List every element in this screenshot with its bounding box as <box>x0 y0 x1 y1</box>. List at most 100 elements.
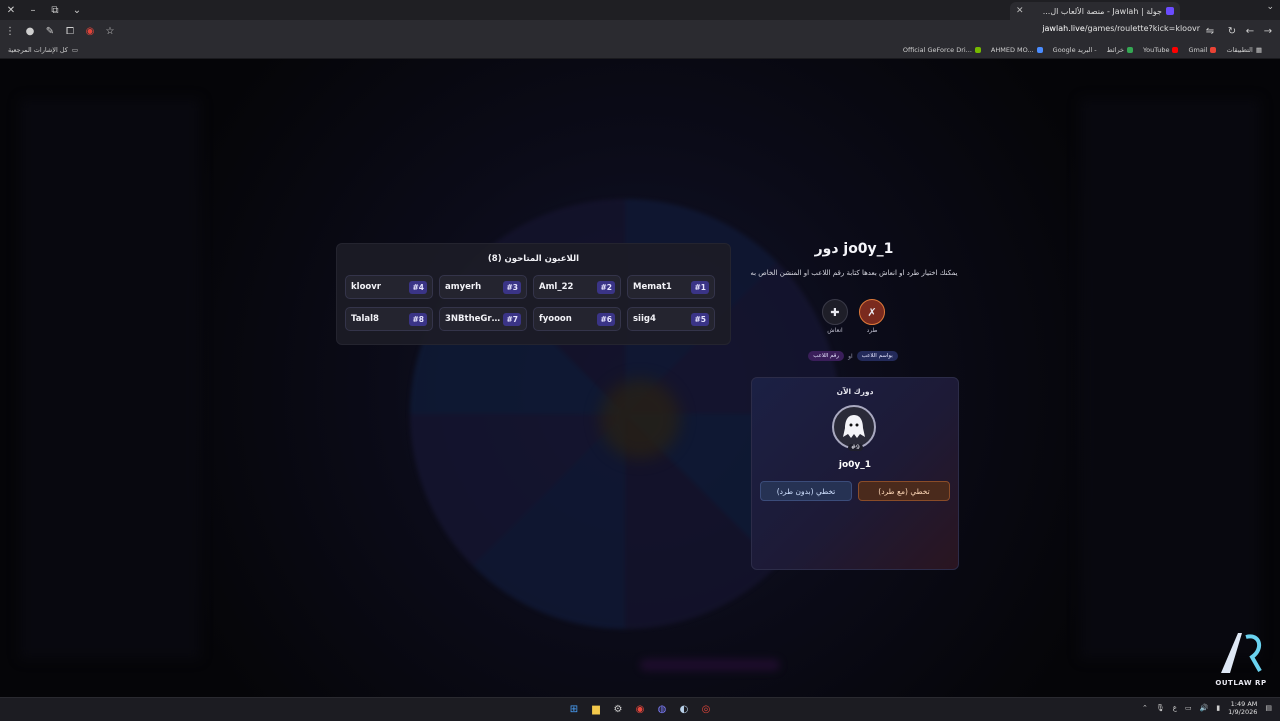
forward-icon[interactable]: ← <box>1240 20 1260 42</box>
bookmark-ahmed[interactable]: AHMED MO... <box>991 46 1043 54</box>
browser-tab[interactable]: جولة | Jawlah - منصة الألعاب ال... ✕ <box>1010 2 1180 20</box>
chip-player-number: رقم اللاعب <box>808 351 845 361</box>
bookmark-google-mail[interactable]: Google البريد - <box>1053 46 1097 54</box>
url-host: jawlah.live <box>1042 24 1085 33</box>
url-field[interactable]: jawlah.live/games/roulette?kick=kloovr <box>1042 24 1200 33</box>
blurred-bar <box>640 659 780 671</box>
player-name: Talal8 <box>351 314 379 324</box>
kick-action[interactable]: ✗ طرد <box>857 299 887 334</box>
clock-date: 1/9/2026 <box>1228 708 1258 716</box>
outlaw-logo: OUTLAW RP <box>1210 629 1272 689</box>
menu-dots-icon[interactable]: ⋮ <box>0 20 20 42</box>
player-number: #6 <box>597 312 615 326</box>
file-explorer-icon[interactable]: ▆ <box>588 701 604 717</box>
blurred-sidebar-left <box>20 99 200 659</box>
bookmark-youtube[interactable]: YouTube <box>1143 46 1179 54</box>
player-name: kloovr <box>351 282 381 292</box>
tray-chevron-icon[interactable]: ⌃ <box>1142 704 1148 712</box>
wheel-center <box>600 379 680 459</box>
bookmark-gmail[interactable]: Gmail <box>1188 46 1217 54</box>
chrome-icon[interactable]: ◉ <box>632 701 648 717</box>
microphone-icon[interactable]: 🎙 <box>1156 704 1165 712</box>
all-bookmarks[interactable]: كل الإشارات المرجعية ▭ <box>8 46 78 54</box>
tab-search-icon[interactable]: ⌄ <box>66 0 88 20</box>
system-tray: ⌃ 🎙 ع ▭ 🔊 ▮ 1:49 AM 1/9/2026 ▤ <box>1142 700 1272 716</box>
restore-icon[interactable]: ⧉ <box>44 0 66 20</box>
chip-player-mention: بواسم اللاعب <box>856 351 898 361</box>
bookmark-fav-icon <box>1036 47 1043 53</box>
player-card[interactable]: kloovr #4 <box>345 275 433 299</box>
taskbar-apps: ⊞ ▆ ⚙ ◉ ◍ ◐ ◎ <box>566 701 714 717</box>
reload-icon[interactable]: ↻ <box>1222 20 1242 42</box>
url-path: /games/roulette?kick=kloovr <box>1084 24 1200 33</box>
player-card[interactable]: Memat1 #1 <box>627 275 715 299</box>
address-bar-row: ⋮ ● ✎ ⧠ ◉ ☆ jawlah.live/games/roulette?k… <box>0 20 1280 42</box>
volume-icon[interactable]: 🔊 <box>1200 704 1209 712</box>
bookmark-label: Official GeForce Dri... <box>902 46 972 54</box>
all-bookmarks-label: كل الإشارات المرجعية <box>8 46 68 54</box>
discord-icon[interactable]: ◍ <box>654 701 670 717</box>
tab-list-icon[interactable]: ⌄ <box>1266 2 1274 12</box>
player-card[interactable]: siig4 #5 <box>627 307 715 331</box>
game-page: اللاعبون المتاحون (8) kloovr #4 amyerh #3 … <box>0 59 1280 697</box>
current-turn-card: دورك الآن #9 jo0y_1 تخطي (بدون طرد) تخطي… <box>751 377 959 570</box>
turn-description: يمكنك اختيار طرد او انعاش بعدها كتابة رق… <box>750 269 958 277</box>
extension-icon[interactable]: ✎ <box>40 20 60 42</box>
site-settings-icon[interactable]: ⇋ <box>1200 20 1220 42</box>
revive-label: انعاش <box>827 327 843 334</box>
skip-with-kick-button[interactable]: تخطي (مع طرد) <box>858 481 950 501</box>
bookmarks-right: Official GeForce Dri... AHMED MO... Goog… <box>903 46 1272 54</box>
player-card[interactable]: Talal8 #8 <box>345 307 433 331</box>
player-number: #5 <box>691 312 709 326</box>
site-favicon-icon <box>1166 7 1174 15</box>
minimize-icon[interactable]: – <box>22 0 44 20</box>
settings-icon[interactable]: ⚙ <box>610 701 626 717</box>
start-icon[interactable]: ⊞ <box>566 701 582 717</box>
steam-icon[interactable]: ◐ <box>676 701 692 717</box>
app-icon[interactable]: ◎ <box>698 701 714 717</box>
battery-icon[interactable]: ▮ <box>1216 704 1220 712</box>
bookmark-apps[interactable]: التطبيقات ▦ <box>1226 46 1262 54</box>
kick-icon: ✗ <box>859 299 885 325</box>
ghost-avatar-icon <box>843 415 865 438</box>
extensions-puzzle-icon[interactable]: ⧠ <box>60 20 80 42</box>
apps-grid-icon: ▦ <box>1255 46 1262 54</box>
back-icon[interactable]: → <box>1258 20 1278 42</box>
revive-action[interactable]: ✚ انعاش <box>820 299 850 334</box>
notifications-icon[interactable]: ▤ <box>1265 704 1272 712</box>
windows-taskbar: ⊞ ▆ ⚙ ◉ ◍ ◐ ◎ ⌃ 🎙 ع ▭ 🔊 ▮ 1:49 AM 1/9/20… <box>0 697 1280 721</box>
chip-or: او <box>848 352 853 360</box>
clock-time: 1:49 AM <box>1230 700 1258 708</box>
available-players-panel: اللاعبون المتاحون (8) kloovr #4 amyerh #3 … <box>336 243 731 345</box>
player-number-badge: #9 <box>848 444 863 451</box>
your-turn-label: دورك الآن <box>836 387 874 396</box>
language-indicator[interactable]: ع <box>1173 704 1177 712</box>
record-icon[interactable]: ◉ <box>80 20 100 42</box>
youtube-icon <box>1172 47 1179 53</box>
player-name: fyooon <box>539 314 572 324</box>
player-number: #1 <box>691 280 709 294</box>
tab-close-icon[interactable]: ✕ <box>1016 6 1024 16</box>
skip-without-kick-button[interactable]: تخطي (بدون طرد) <box>760 481 852 501</box>
folder-icon: ▭ <box>71 46 79 54</box>
close-window-icon[interactable]: ✕ <box>0 0 22 20</box>
browser-tab-bar: ✕ – ⧉ ⌄ + جولة | Jawlah - منصة الألعاب ا… <box>0 0 1280 20</box>
player-card[interactable]: amyerh #3 <box>439 275 527 299</box>
bookmark-label: التطبيقات <box>1226 46 1253 54</box>
input-hint-chips: رقم اللاعب او بواسم اللاعب <box>800 349 906 363</box>
bookmark-maps[interactable]: خرائط <box>1107 46 1134 54</box>
player-card[interactable]: 3NBtheGrea...#7 <box>439 307 527 331</box>
player-card[interactable]: fyooon #6 <box>533 307 621 331</box>
clock[interactable]: 1:49 AM 1/9/2026 <box>1228 700 1257 716</box>
kick-label: طرد <box>866 327 878 334</box>
bookmark-star-icon[interactable]: ☆ <box>100 20 120 42</box>
player-name: amyerh <box>445 282 482 292</box>
player-card[interactable]: Aml_22 #2 <box>533 275 621 299</box>
player-number: #2 <box>597 280 615 294</box>
profile-icon[interactable]: ● <box>20 20 40 42</box>
revive-icon: ✚ <box>822 299 848 325</box>
bookmark-geforce[interactable]: Official GeForce Dri... <box>903 46 981 54</box>
logo-text: OUTLAW RP <box>1215 679 1267 687</box>
player-name: 3NBtheGrea... <box>445 314 504 324</box>
network-icon[interactable]: ▭ <box>1185 704 1192 712</box>
